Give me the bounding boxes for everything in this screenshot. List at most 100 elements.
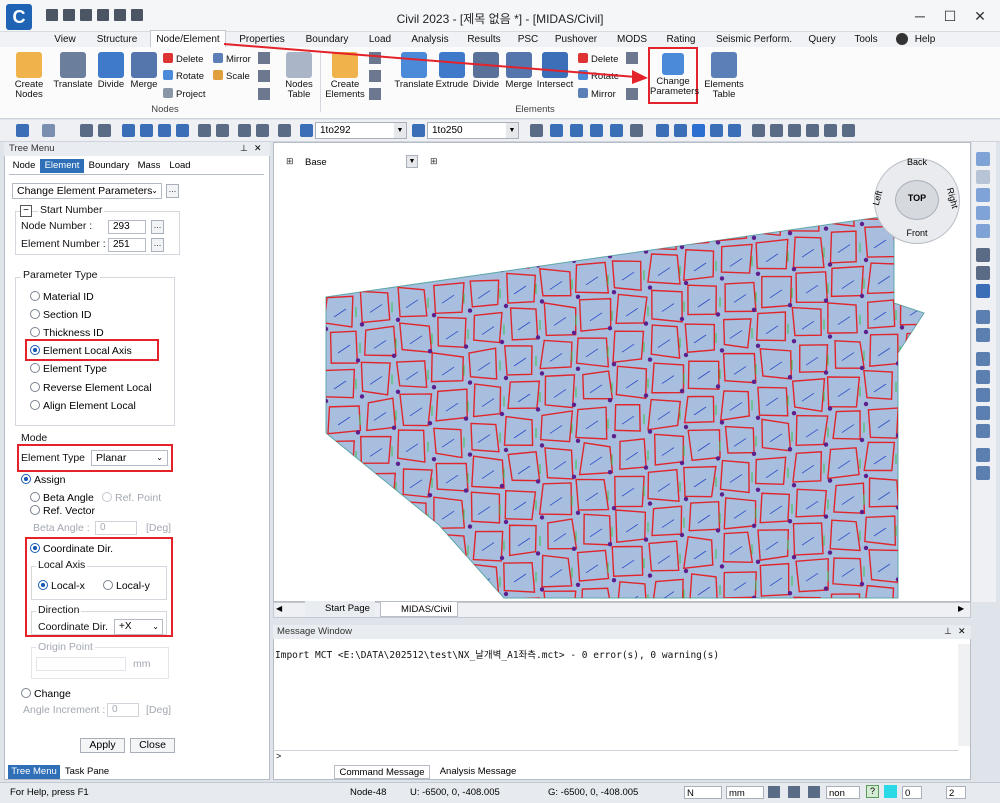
radio-coordinate-dir[interactable]: Coordinate Dir. bbox=[30, 542, 113, 556]
status-icon[interactable] bbox=[808, 786, 820, 798]
pin-icon[interactable]: ⊥ bbox=[944, 626, 952, 637]
radio-ref-point[interactable]: Ref. Point bbox=[102, 491, 161, 505]
tree-tab-mass[interactable]: Mass bbox=[134, 159, 164, 173]
tab-command-message[interactable]: Command Message bbox=[334, 765, 430, 779]
apply-button[interactable]: Apply bbox=[80, 738, 125, 753]
toolbar-icon[interactable] bbox=[610, 124, 623, 137]
toolbar-icon[interactable] bbox=[278, 124, 291, 137]
toolbar-icon[interactable] bbox=[674, 124, 687, 137]
toolbar-icon[interactable] bbox=[806, 124, 819, 137]
coord-dir-select[interactable]: +X ⌄ bbox=[114, 619, 163, 635]
toolbar-icon[interactable] bbox=[256, 124, 269, 137]
radio-align-element-local[interactable]: Align Element Local bbox=[30, 399, 136, 413]
mesh-canvas[interactable] bbox=[274, 143, 970, 601]
element-number-input[interactable]: 251 bbox=[108, 238, 146, 252]
zoom-window-icon[interactable] bbox=[976, 170, 990, 184]
tree-tab-node[interactable]: Node bbox=[9, 159, 39, 173]
toolbar-icon[interactable] bbox=[550, 124, 563, 137]
toolbar-icon[interactable] bbox=[530, 124, 543, 137]
view-icon[interactable] bbox=[976, 406, 990, 420]
radio-assign[interactable]: Assign bbox=[21, 473, 66, 487]
tree-tab-element[interactable]: Element bbox=[40, 159, 84, 173]
close-button[interactable]: Close bbox=[130, 738, 175, 753]
node-select-icon[interactable] bbox=[300, 124, 313, 137]
toolbar-icon[interactable] bbox=[656, 124, 669, 137]
beta-angle-input[interactable]: 0 bbox=[95, 521, 137, 535]
toolbar-icon[interactable] bbox=[630, 124, 643, 137]
radio-change[interactable]: Change bbox=[21, 687, 71, 701]
redo-icon[interactable] bbox=[42, 124, 55, 137]
tab-task-pane[interactable]: Task Pane bbox=[62, 765, 112, 779]
toolbar-icon[interactable] bbox=[770, 124, 783, 137]
radio-element-local-axis[interactable]: Element Local Axis bbox=[30, 344, 132, 358]
select-icon[interactable] bbox=[122, 124, 135, 137]
pin-icon[interactable]: ⊥ bbox=[240, 143, 248, 154]
message-scrollbar[interactable] bbox=[958, 644, 970, 746]
radio-reverse-element-local[interactable]: Reverse Element Local bbox=[30, 381, 152, 395]
toolbar-icon[interactable] bbox=[710, 124, 723, 137]
toolbar-icon[interactable] bbox=[238, 124, 251, 137]
function-more-button[interactable]: … bbox=[166, 184, 179, 198]
force-unit-select[interactable]: N bbox=[684, 786, 722, 799]
view-dropdown[interactable]: ▼ bbox=[406, 155, 418, 168]
tree-tab-boundary[interactable]: Boundary bbox=[85, 159, 133, 173]
element-select-combo[interactable]: 1to250 ▼ bbox=[427, 122, 519, 139]
angle-increment-input[interactable]: 0 bbox=[107, 703, 139, 717]
view-cube-back[interactable]: Back bbox=[898, 157, 936, 167]
view-icon[interactable] bbox=[976, 370, 990, 384]
node-number-input[interactable]: 293 bbox=[108, 220, 146, 234]
view-icon[interactable] bbox=[976, 466, 990, 480]
tab-start-page[interactable]: Start Page bbox=[305, 601, 375, 617]
color-swatch[interactable] bbox=[884, 785, 897, 798]
tab-analysis-message[interactable]: Analysis Message bbox=[432, 765, 524, 779]
toolbar-icon[interactable] bbox=[570, 124, 583, 137]
status-number-field[interactable]: 0 bbox=[902, 786, 922, 799]
status-number-field[interactable]: 2 bbox=[946, 786, 966, 799]
toolbar-icon[interactable] bbox=[216, 124, 229, 137]
pan-icon[interactable] bbox=[976, 248, 990, 262]
close-message-icon[interactable]: ✕ bbox=[958, 626, 966, 637]
rotate-view-icon[interactable] bbox=[976, 266, 990, 280]
view-icon[interactable] bbox=[976, 310, 990, 324]
toolbar-icon[interactable] bbox=[590, 124, 603, 137]
toolbar-icon[interactable] bbox=[752, 124, 765, 137]
view-cube-front[interactable]: Front bbox=[898, 228, 936, 238]
node-number-more-button[interactable]: … bbox=[151, 220, 164, 234]
radio-beta-angle[interactable]: Beta Angle bbox=[30, 491, 94, 505]
view-icon[interactable] bbox=[976, 352, 990, 366]
collapse-toggle[interactable]: − bbox=[20, 205, 32, 217]
close-panel-icon[interactable]: ✕ bbox=[254, 143, 262, 154]
undo-icon[interactable] bbox=[16, 124, 29, 137]
zoom-all-icon[interactable] bbox=[976, 224, 990, 238]
node-select-combo[interactable]: 1to292 ▼ bbox=[315, 122, 407, 139]
radio-local-x[interactable]: Local-x bbox=[38, 579, 85, 593]
non-select[interactable]: non bbox=[826, 786, 860, 799]
toolbar-icon[interactable] bbox=[98, 124, 111, 137]
lock-icon[interactable] bbox=[824, 124, 837, 137]
zoom-out-icon[interactable] bbox=[976, 206, 990, 220]
view-icon[interactable] bbox=[976, 328, 990, 342]
tab-midas-civil[interactable]: MIDAS/Civil bbox=[380, 601, 458, 617]
ucs-icon[interactable]: ⊞ bbox=[430, 156, 444, 168]
radio-material-id[interactable]: Material ID bbox=[30, 290, 94, 304]
dynamic-view-icon[interactable] bbox=[976, 284, 990, 298]
zoom-in-icon[interactable] bbox=[976, 188, 990, 202]
toolbar-icon[interactable] bbox=[80, 124, 93, 137]
status-icon[interactable] bbox=[768, 786, 780, 798]
origin-point-input[interactable] bbox=[36, 657, 126, 671]
radio-local-y[interactable]: Local-y bbox=[103, 579, 150, 593]
select-line-icon[interactable] bbox=[176, 124, 189, 137]
toolbar-icon[interactable] bbox=[842, 124, 855, 137]
toolbar-icon[interactable] bbox=[728, 124, 741, 137]
radio-section-id[interactable]: Section ID bbox=[30, 308, 91, 322]
tab-tree-menu[interactable]: Tree Menu bbox=[8, 765, 60, 779]
scroll-right-arrow[interactable]: ▶ bbox=[958, 604, 964, 613]
toolbar-icon[interactable] bbox=[198, 124, 211, 137]
select-window-icon[interactable] bbox=[140, 124, 153, 137]
help-icon[interactable]: ? bbox=[866, 785, 879, 798]
element-select-icon[interactable] bbox=[412, 124, 425, 137]
view-icon[interactable] bbox=[976, 424, 990, 438]
length-unit-select[interactable]: mm bbox=[726, 786, 764, 799]
tree-tab-load[interactable]: Load bbox=[165, 159, 195, 173]
command-input[interactable]: > bbox=[273, 750, 958, 764]
